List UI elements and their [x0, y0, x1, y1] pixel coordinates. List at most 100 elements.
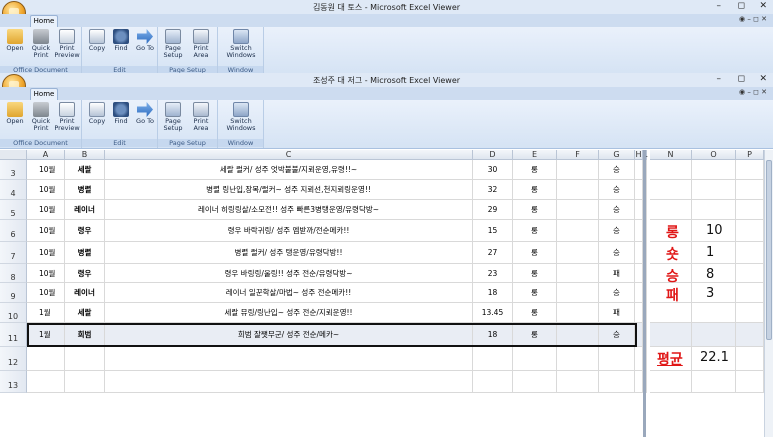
- cell-b11[interactable]: 희범: [65, 323, 105, 347]
- cell-b12[interactable]: [65, 347, 105, 371]
- cell-d5[interactable]: 29: [473, 200, 513, 220]
- cell-e3[interactable]: 롱: [513, 160, 557, 180]
- cell-g11[interactable]: 승: [599, 323, 635, 347]
- cell-g6[interactable]: 승: [599, 220, 635, 242]
- cell-h12[interactable]: [635, 347, 643, 371]
- cell-c10[interactable]: 세랄 뮤링/링난입~ 성주 전순/지뢰운영!!: [105, 303, 473, 323]
- cell-c3[interactable]: 세랄 럴커/ 성주 엇박불불/지뢰운영,유령!!~: [105, 160, 473, 180]
- row-header-3[interactable]: 3: [0, 160, 27, 180]
- cell-d8[interactable]: 23: [473, 264, 513, 283]
- back-switch-windows-button[interactable]: Switch Windows: [222, 29, 260, 59]
- back-maximize-button[interactable]: ◻: [738, 1, 745, 11]
- close-button[interactable]: ✕: [759, 74, 767, 84]
- cell-c12[interactable]: [105, 347, 473, 371]
- cell-h5[interactable]: [635, 200, 643, 220]
- cell-a10[interactable]: 1월: [27, 303, 65, 323]
- column-header-g[interactable]: G: [599, 150, 635, 160]
- spreadsheet-grid[interactable]: ABCDEFGHLNOP310월세랄세랄 럴커/ 성주 엇박불불/지뢰운영,유령…: [0, 150, 773, 437]
- cell-p4[interactable]: [736, 180, 764, 200]
- cell-a8[interactable]: 10월: [27, 264, 65, 283]
- cell-b9[interactable]: 레이너: [65, 283, 105, 303]
- back-print-area-button[interactable]: Print Area: [188, 29, 214, 59]
- cell-o10[interactable]: [692, 303, 736, 323]
- cell-n5[interactable]: [650, 200, 692, 220]
- cell-h3[interactable]: [635, 160, 643, 180]
- cell-e11[interactable]: 롱: [513, 323, 557, 347]
- cell-p5[interactable]: [736, 200, 764, 220]
- cell-f4[interactable]: [557, 180, 599, 200]
- cell-p12[interactable]: [736, 347, 764, 371]
- cell-g10[interactable]: 패: [599, 303, 635, 323]
- select-all-corner[interactable]: [0, 150, 27, 160]
- back-find-button[interactable]: Find: [108, 29, 134, 52]
- cell-g3[interactable]: 승: [599, 160, 635, 180]
- cell-p11[interactable]: [736, 323, 764, 347]
- cell-d4[interactable]: 32: [473, 180, 513, 200]
- cell-b7[interactable]: 병렬: [65, 242, 105, 264]
- cell-h10[interactable]: [635, 303, 643, 323]
- cell-e13[interactable]: [513, 371, 557, 393]
- cell-d13[interactable]: [473, 371, 513, 393]
- cell-h8[interactable]: [635, 264, 643, 283]
- row-header-6[interactable]: 6: [0, 220, 27, 242]
- row-header-11[interactable]: 11: [0, 323, 27, 347]
- row-header-5[interactable]: 5: [0, 200, 27, 220]
- cell-p10[interactable]: [736, 303, 764, 323]
- back-ribbon-controls-icon[interactable]: ◉ – ◻ ✕: [739, 15, 767, 23]
- back-goto-button[interactable]: Go To: [132, 29, 158, 52]
- cell-o11[interactable]: [692, 323, 736, 347]
- cell-a6[interactable]: 10월: [27, 220, 65, 242]
- cell-o4[interactable]: [692, 180, 736, 200]
- back-page-setup-button[interactable]: Page Setup: [160, 29, 186, 59]
- cell-d3[interactable]: 30: [473, 160, 513, 180]
- cell-n3[interactable]: [650, 160, 692, 180]
- cell-p8[interactable]: [736, 264, 764, 283]
- cell-p9[interactable]: [736, 283, 764, 303]
- cell-f3[interactable]: [557, 160, 599, 180]
- cell-a11[interactable]: 1월: [27, 323, 65, 347]
- cell-h9[interactable]: [635, 283, 643, 303]
- minimize-button[interactable]: –: [717, 74, 722, 84]
- cell-p6[interactable]: [736, 220, 764, 242]
- print-area-button[interactable]: Print Area: [188, 102, 214, 132]
- cell-b8[interactable]: 령우: [65, 264, 105, 283]
- cell-o3[interactable]: [692, 160, 736, 180]
- back-quick-print-button[interactable]: Quick Print: [28, 29, 54, 59]
- cell-h11[interactable]: [635, 323, 643, 347]
- cell-g12[interactable]: [599, 347, 635, 371]
- maximize-button[interactable]: ◻: [738, 74, 745, 84]
- cell-f7[interactable]: [557, 242, 599, 264]
- cell-a13[interactable]: [27, 371, 65, 393]
- cell-e10[interactable]: 롱: [513, 303, 557, 323]
- column-header-f[interactable]: F: [557, 150, 599, 160]
- row-header-12[interactable]: 12: [0, 347, 27, 371]
- cell-c7[interactable]: 병렬 럴커/ 성주 탱운영/유령닥방!!: [105, 242, 473, 264]
- column-header-b[interactable]: B: [65, 150, 105, 160]
- cell-a5[interactable]: 10월: [27, 200, 65, 220]
- back-close-button[interactable]: ✕: [759, 1, 767, 11]
- cell-o13[interactable]: [692, 371, 736, 393]
- cell-g5[interactable]: 승: [599, 200, 635, 220]
- cell-g9[interactable]: 승: [599, 283, 635, 303]
- cell-h6[interactable]: [635, 220, 643, 242]
- cell-e8[interactable]: 롱: [513, 264, 557, 283]
- cell-f9[interactable]: [557, 283, 599, 303]
- cell-d12[interactable]: [473, 347, 513, 371]
- row-header-4[interactable]: 4: [0, 180, 27, 200]
- cell-e6[interactable]: 롱: [513, 220, 557, 242]
- cell-b13[interactable]: [65, 371, 105, 393]
- cell-d10[interactable]: 13.45: [473, 303, 513, 323]
- column-header-h[interactable]: H: [635, 150, 643, 160]
- column-header-p[interactable]: P: [736, 150, 764, 160]
- cell-n11[interactable]: [650, 323, 692, 347]
- row-header-8[interactable]: 8: [0, 264, 27, 283]
- cell-e12[interactable]: [513, 347, 557, 371]
- cell-f8[interactable]: [557, 264, 599, 283]
- back-minimize-button[interactable]: –: [717, 1, 722, 11]
- cell-e9[interactable]: 롱: [513, 283, 557, 303]
- cell-a7[interactable]: 10월: [27, 242, 65, 264]
- print-preview-button[interactable]: Print Preview: [54, 102, 80, 132]
- column-header-a[interactable]: A: [27, 150, 65, 160]
- row-header-13[interactable]: 13: [0, 371, 27, 393]
- cell-b6[interactable]: 령우: [65, 220, 105, 242]
